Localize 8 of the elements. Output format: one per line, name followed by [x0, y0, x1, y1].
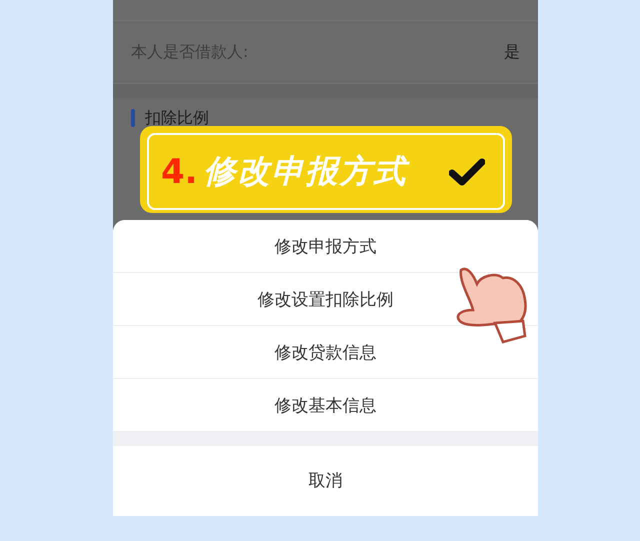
step-title: 修改申报方式: [204, 150, 411, 192]
step-number: 4.: [161, 152, 198, 192]
menu-item[interactable]: 修改申报方式: [113, 220, 538, 273]
section-title: 扣除比例: [145, 108, 209, 128]
field-value: 是: [504, 42, 520, 62]
checkmark-icon: [449, 156, 485, 186]
section-marker: [131, 109, 135, 127]
pointing-hand-icon: [455, 266, 529, 344]
